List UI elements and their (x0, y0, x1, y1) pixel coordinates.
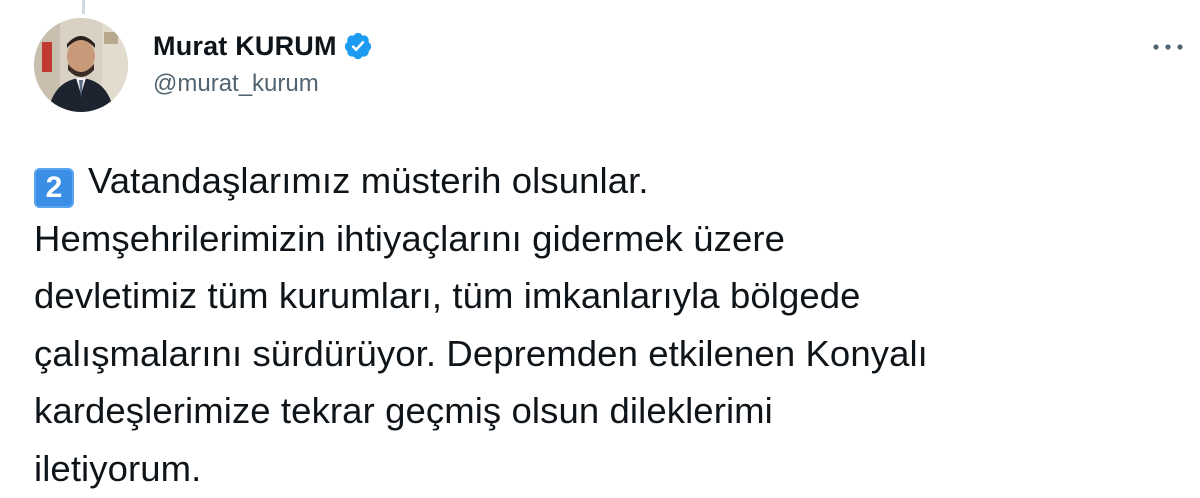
tweet-line-6: iletiyorum. (34, 447, 202, 489)
thread-connector-line (82, 0, 85, 14)
tweet-line-text: Vatandaşlarımız müsterih olsunlar. (88, 160, 649, 201)
tweet-line-3: devletimiz tüm kurumları, tüm imkanlarıy… (34, 275, 861, 316)
author-name-row: Murat KURUM (153, 26, 373, 66)
keycap-2-emoji: 2 (34, 168, 74, 208)
more-options-button[interactable] (1148, 32, 1188, 62)
avatar[interactable] (34, 18, 128, 112)
tweet-line-2: Hemşehrilerimizin ihtiyaçlarını gidermek… (34, 217, 786, 259)
author-display-name[interactable]: Murat KURUM (153, 31, 337, 62)
avatar-photo (34, 18, 128, 112)
verified-badge-icon (343, 31, 373, 61)
tweet-text: 2 Vatandaşlarımız müsterih olsunlar. Hemş… (34, 152, 1174, 497)
author-handle[interactable]: @murat_kurum (153, 70, 319, 98)
tweet-line-1: 2 Vatandaşlarımız müsterih olsunlar. (34, 152, 1174, 210)
more-dots-icon (1153, 44, 1183, 50)
tweet-line-4: çalışmalarını sürdürüyor. Depremden etki… (34, 332, 928, 374)
tweet-line-5: kardeşlerimize tekrar geçmiş olsun dilek… (34, 390, 773, 431)
